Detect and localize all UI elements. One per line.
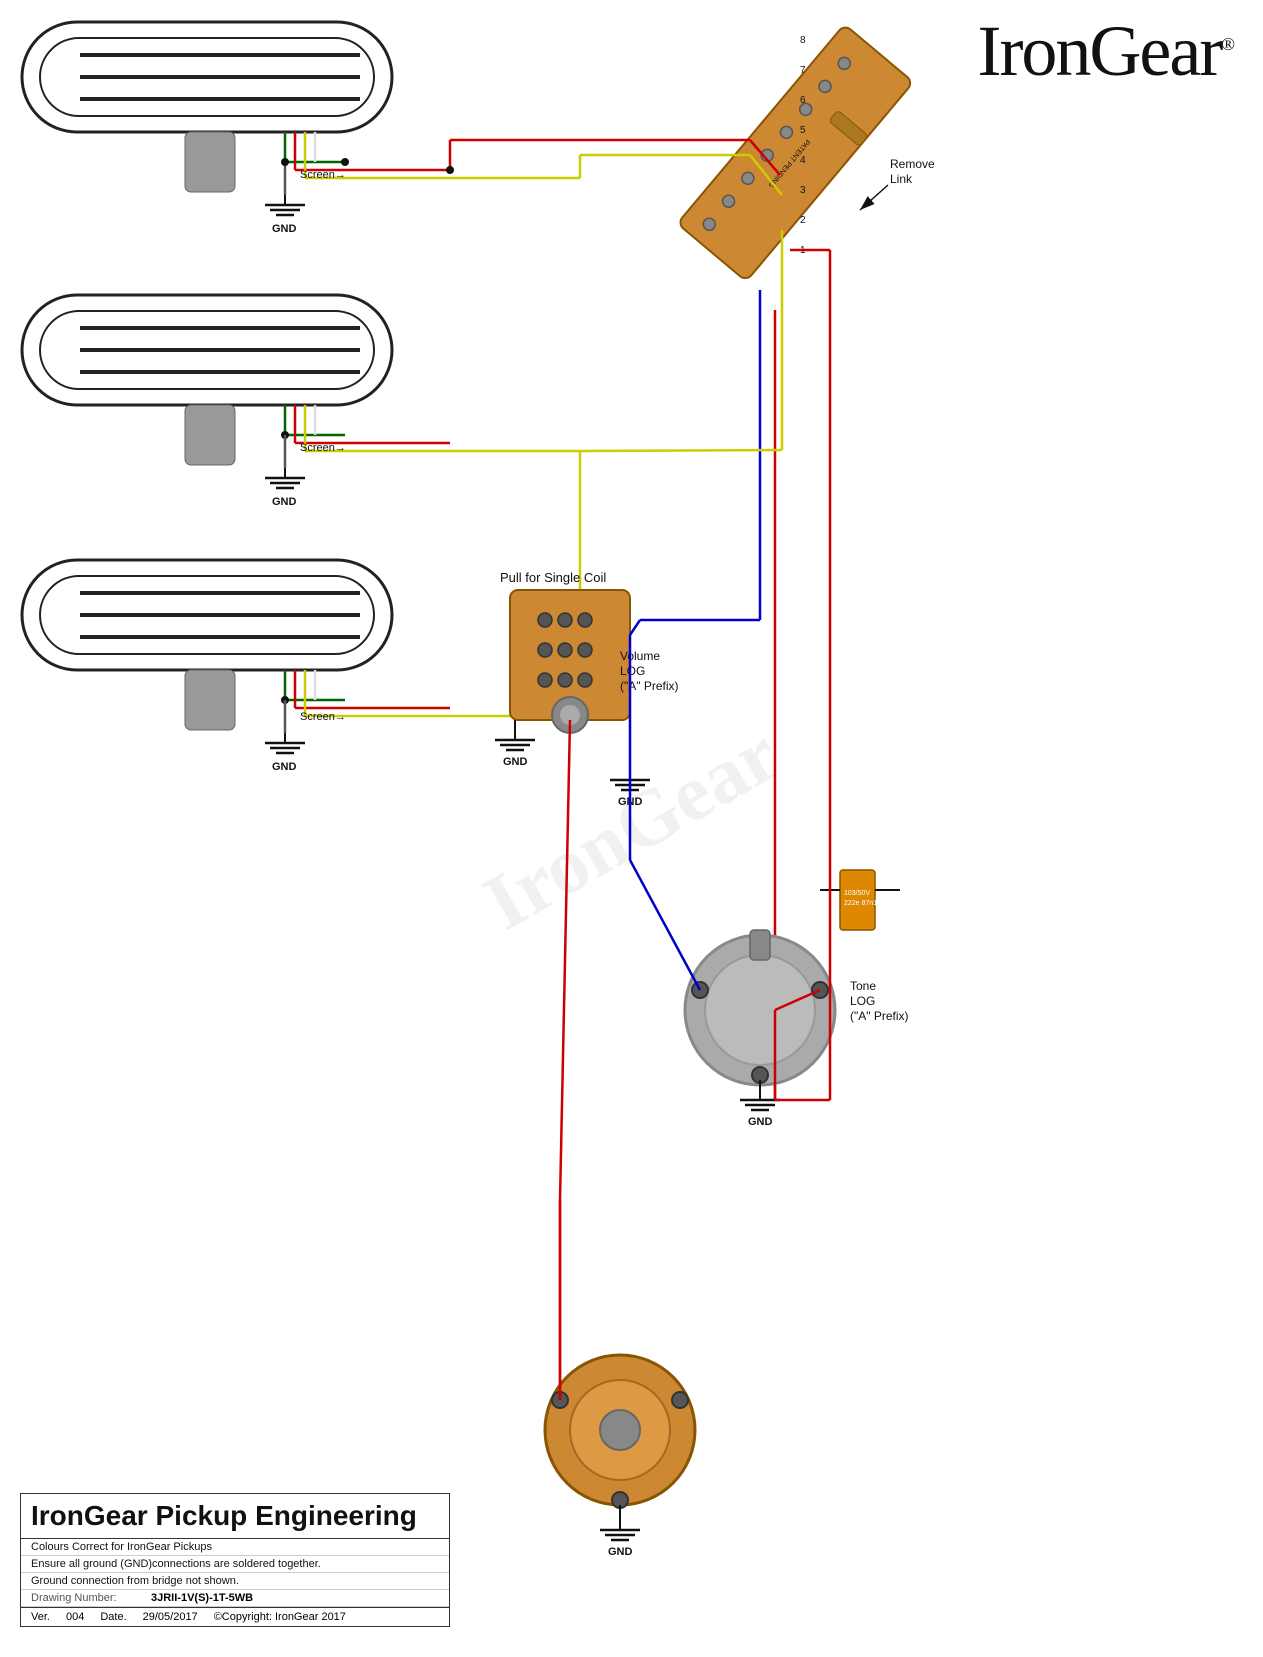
info-box-footer: Ver. 004 Date. 29/05/2017 ©Copyright: Ir…	[21, 1607, 449, 1626]
pickup-mid	[22, 295, 392, 465]
svg-text:4: 4	[800, 155, 806, 166]
svg-text:5: 5	[800, 125, 806, 136]
svg-text:("A" Prefix): ("A" Prefix)	[850, 1009, 909, 1023]
svg-text:GND: GND	[618, 796, 643, 808]
info-box-row-1: Colours Correct for IronGear Pickups	[21, 1539, 449, 1556]
svg-text:7: 7	[800, 65, 806, 76]
svg-text:Remove: Remove	[890, 157, 935, 171]
logo-trademark: ®	[1221, 34, 1233, 54]
svg-text:Screen→: Screen→	[300, 711, 346, 723]
date-label: Date.	[100, 1611, 126, 1623]
logo: IronGear®	[977, 10, 1233, 93]
svg-text:LOG: LOG	[620, 664, 645, 678]
svg-text:Screen→: Screen→	[300, 442, 346, 454]
output-jack	[545, 1355, 695, 1508]
svg-text:3: 3	[800, 185, 806, 196]
svg-text:PATENT PENDING: PATENT PENDING	[767, 138, 811, 189]
wiring-diagram: Screen→ Screen→ Screen→ GND GND GND 8 7 …	[0, 0, 1263, 1657]
svg-text:GND: GND	[608, 1546, 633, 1558]
pickup-top	[22, 22, 392, 192]
svg-text:Screen→: Screen→	[300, 169, 346, 181]
svg-text:GND: GND	[748, 1116, 773, 1128]
svg-text:Volume: Volume	[620, 649, 660, 663]
svg-text:103/50V: 103/50V	[844, 890, 870, 897]
svg-text:Pull for Single Coil: Pull for Single Coil	[500, 570, 606, 585]
svg-text:6: 6	[800, 95, 806, 106]
watermark: IronGear	[469, 708, 794, 948]
svg-text:GND: GND	[272, 223, 297, 235]
drawing-number-value: 3JRII-1V(S)-1T-5WB	[151, 1592, 253, 1604]
logo-text: IronGear	[977, 11, 1221, 91]
info-box-row-2: Ensure all ground (GND)connections are s…	[21, 1556, 449, 1573]
pickup-bot	[22, 560, 392, 730]
svg-text:Tone: Tone	[850, 979, 876, 993]
ver-label: Ver.	[31, 1611, 50, 1623]
volume-pot	[510, 590, 630, 733]
info-box-drawing-number: Drawing Number: 3JRII-1V(S)-1T-5WB	[21, 1590, 449, 1607]
svg-text:GND: GND	[272, 761, 297, 773]
svg-text:GND: GND	[272, 496, 297, 508]
info-box-title: IronGear Pickup Engineering	[21, 1494, 449, 1539]
tone-pot: 103/50V 222e 87n1	[685, 870, 900, 1085]
svg-text:1: 1	[800, 245, 806, 256]
svg-text:Link: Link	[890, 172, 913, 186]
svg-text:LOG: LOG	[850, 994, 875, 1008]
info-box: IronGear Pickup Engineering Colours Corr…	[20, 1493, 450, 1627]
info-box-row-3: Ground connection from bridge not shown.	[21, 1573, 449, 1590]
svg-text:("A" Prefix): ("A" Prefix)	[620, 679, 679, 693]
drawing-number-label: Drawing Number:	[31, 1592, 151, 1604]
date-value: 29/05/2017	[143, 1611, 198, 1623]
copyright: ©Copyright: IronGear 2017	[214, 1611, 346, 1623]
ver-value: 004	[66, 1611, 84, 1623]
svg-text:222e 87n1: 222e 87n1	[844, 900, 877, 907]
svg-text:2: 2	[800, 215, 806, 226]
svg-text:8: 8	[800, 35, 806, 46]
svg-text:GND: GND	[503, 756, 528, 768]
